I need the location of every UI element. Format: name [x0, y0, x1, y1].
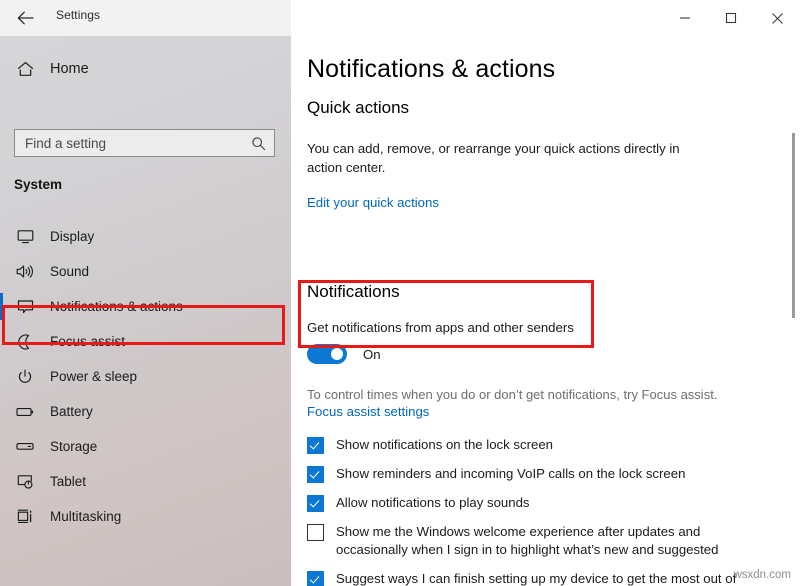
- sidebar-nav: Display Sound: [0, 219, 291, 534]
- tablet-icon: [14, 474, 36, 490]
- sidebar-item-display[interactable]: Display: [0, 219, 291, 254]
- checkbox-row[interactable]: Suggest ways I can finish setting up my …: [307, 570, 757, 586]
- checkbox-label: Show reminders and incoming VoIP calls o…: [336, 465, 685, 483]
- sidebar-item-label: Notifications & actions: [50, 299, 183, 314]
- sidebar-item-battery[interactable]: Battery: [0, 394, 291, 429]
- notifications-toggle-state: On: [363, 347, 381, 362]
- edit-quick-actions-link[interactable]: Edit your quick actions: [307, 195, 439, 210]
- sidebar-item-power-and-sleep[interactable]: Power & sleep: [0, 359, 291, 394]
- checkbox-welcome-experience[interactable]: [307, 524, 324, 541]
- sidebar-item-sound[interactable]: Sound: [0, 254, 291, 289]
- sidebar-item-tablet[interactable]: Tablet: [0, 464, 291, 499]
- focus-assist-hint: To control times when you do or don’t ge…: [307, 386, 767, 404]
- checkbox-label: Suggest ways I can finish setting up my …: [336, 570, 757, 586]
- minimize-icon: [679, 12, 691, 24]
- sidebar-item-label: Storage: [50, 439, 97, 454]
- notifications-heading: Notifications: [307, 282, 400, 302]
- drive-icon: [14, 441, 36, 452]
- search-icon: [243, 136, 273, 151]
- moon-icon: [14, 334, 36, 350]
- sidebar-item-label: Sound: [50, 264, 89, 279]
- watermark: wsxdn.com: [733, 569, 791, 581]
- power-icon: [14, 369, 36, 385]
- monitor-icon: [14, 229, 36, 244]
- notifications-checkbox-list: Show notifications on the lock screen Sh…: [307, 436, 757, 586]
- sidebar-item-multitasking[interactable]: Multitasking: [0, 499, 291, 534]
- checkbox-row[interactable]: Show notifications on the lock screen: [307, 436, 757, 454]
- sidebar-item-label: Display: [50, 229, 94, 244]
- checkbox-row[interactable]: Show me the Windows welcome experience a…: [307, 523, 757, 559]
- notifications-toggle-row: On: [307, 344, 597, 364]
- sidebar-group-title: System: [14, 177, 62, 192]
- speaker-icon: [14, 264, 36, 279]
- sidebar-item-label: Multitasking: [50, 509, 121, 524]
- sidebar-item-label: Focus assist: [50, 334, 125, 349]
- close-icon: [771, 12, 784, 25]
- quick-actions-heading: Quick actions: [307, 98, 409, 118]
- notifications-toggle-switch[interactable]: [307, 344, 347, 364]
- chat-bubble-icon: [14, 299, 36, 315]
- search-input[interactable]: [15, 130, 243, 156]
- back-arrow-icon: [17, 11, 34, 25]
- window-controls: [662, 0, 800, 36]
- minimize-button[interactable]: [662, 0, 708, 36]
- main-content: Notifications & actions Quick actions Yo…: [291, 36, 800, 586]
- search-box[interactable]: [14, 129, 275, 157]
- title-bar-left-pane: [0, 0, 291, 36]
- checkbox-label: Allow notifications to play sounds: [336, 494, 530, 512]
- notifications-toggle-caption: Get notifications from apps and other se…: [307, 320, 597, 335]
- home-label: Home: [50, 61, 89, 77]
- sidebar-item-home[interactable]: Home: [0, 52, 291, 86]
- sidebar: Home System Display: [0, 36, 291, 586]
- sidebar-item-focus-assist[interactable]: Focus assist: [0, 324, 291, 359]
- title-bar: Settings: [0, 0, 800, 36]
- quick-actions-description: You can add, remove, or rearrange your q…: [307, 139, 715, 177]
- close-button[interactable]: [754, 0, 800, 36]
- checkbox-label: Show me the Windows welcome experience a…: [336, 523, 757, 559]
- app-title: Settings: [56, 8, 100, 22]
- maximize-button[interactable]: [708, 0, 754, 36]
- sidebar-item-notifications-and-actions[interactable]: Notifications & actions: [0, 289, 291, 324]
- sidebar-item-label: Tablet: [50, 474, 86, 489]
- checkbox-row[interactable]: Show reminders and incoming VoIP calls o…: [307, 465, 757, 483]
- maximize-icon: [725, 12, 737, 24]
- back-button[interactable]: [10, 4, 40, 32]
- home-icon: [14, 61, 36, 77]
- settings-window: Settings: [0, 0, 800, 586]
- checkbox-lock-screen-notifications[interactable]: [307, 437, 324, 454]
- sidebar-item-storage[interactable]: Storage: [0, 429, 291, 464]
- multitasking-icon: [14, 509, 36, 525]
- checkbox-suggest-setup[interactable]: [307, 571, 324, 586]
- battery-icon: [14, 406, 36, 418]
- notifications-toggle-block: Get notifications from apps and other se…: [307, 320, 597, 364]
- toggle-knob: [331, 348, 343, 360]
- focus-assist-settings-link[interactable]: Focus assist settings: [307, 404, 429, 419]
- sidebar-item-label: Battery: [50, 404, 93, 419]
- content-scrollbar[interactable]: [786, 72, 800, 586]
- sidebar-item-label: Power & sleep: [50, 369, 137, 384]
- checkbox-play-sounds[interactable]: [307, 495, 324, 512]
- scrollbar-thumb[interactable]: [792, 133, 795, 318]
- checkbox-row[interactable]: Allow notifications to play sounds: [307, 494, 757, 512]
- checkbox-label: Show notifications on the lock screen: [336, 436, 553, 454]
- checkbox-reminders-voip[interactable]: [307, 466, 324, 483]
- page-title: Notifications & actions: [307, 55, 555, 84]
